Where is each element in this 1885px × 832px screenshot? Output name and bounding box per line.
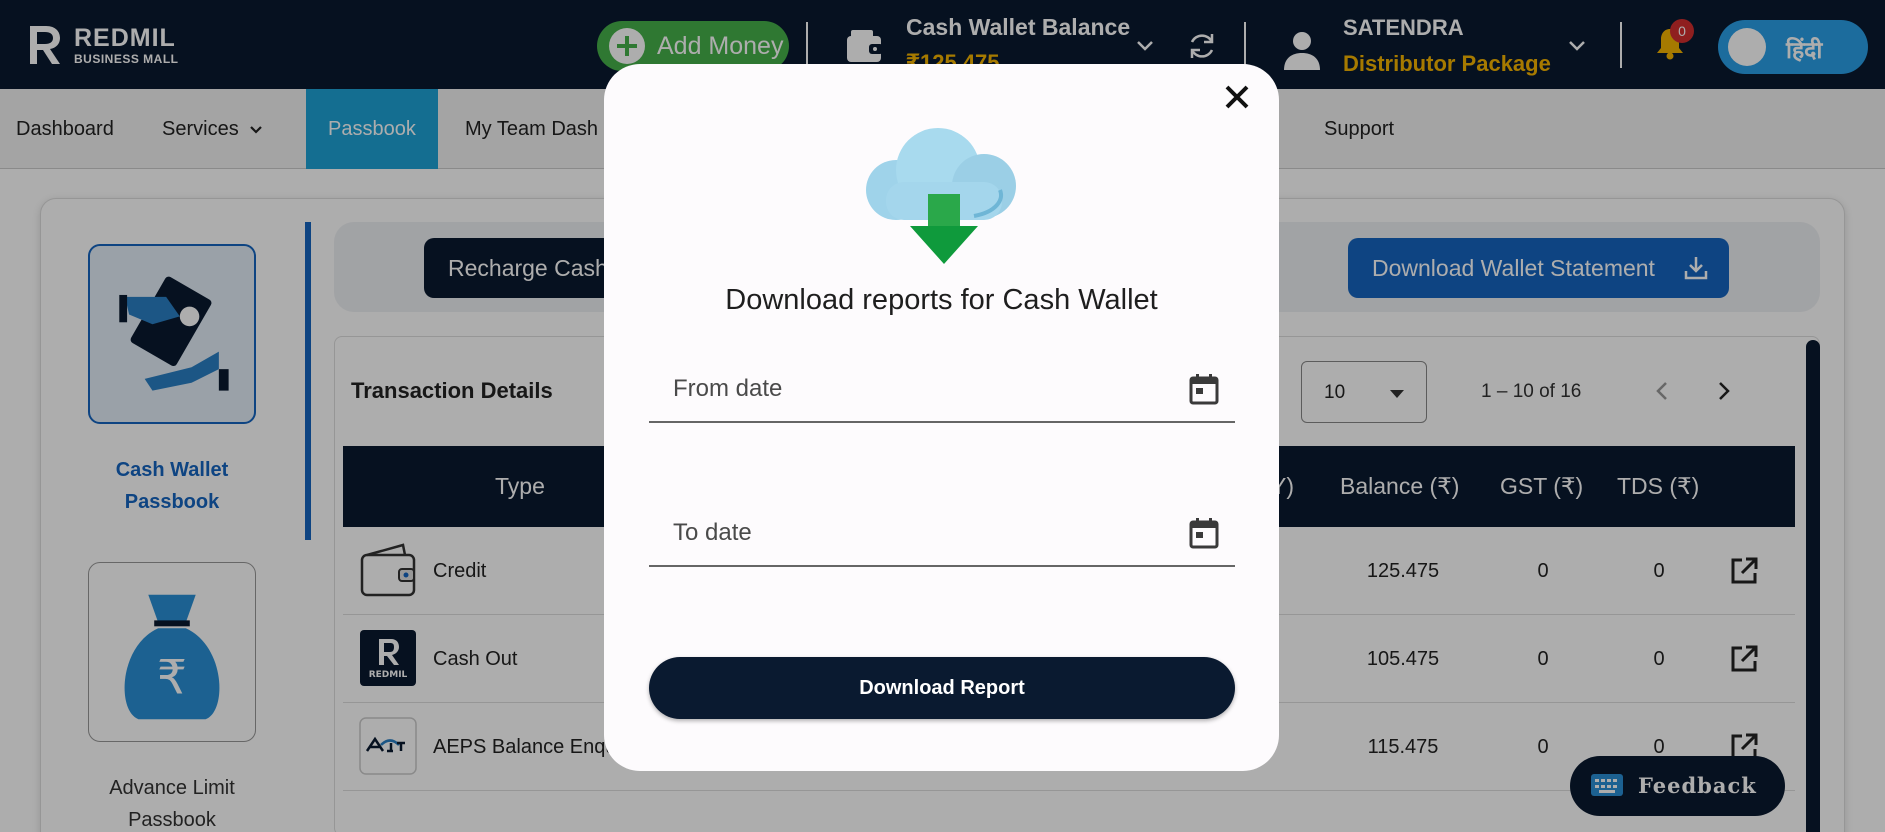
from-date-input[interactable] [673,369,1153,409]
dialog-title: Download reports for Cash Wallet [725,284,1158,316]
cloud-download-icon [866,128,1016,264]
calendar-icon[interactable] [1189,517,1219,549]
to-date-field[interactable] [649,501,1235,567]
close-icon[interactable] [1222,82,1252,112]
from-date-field[interactable] [649,357,1235,423]
download-report-button[interactable]: Download Report [649,657,1235,719]
to-date-input[interactable] [673,513,1153,553]
calendar-icon[interactable] [1189,373,1219,405]
